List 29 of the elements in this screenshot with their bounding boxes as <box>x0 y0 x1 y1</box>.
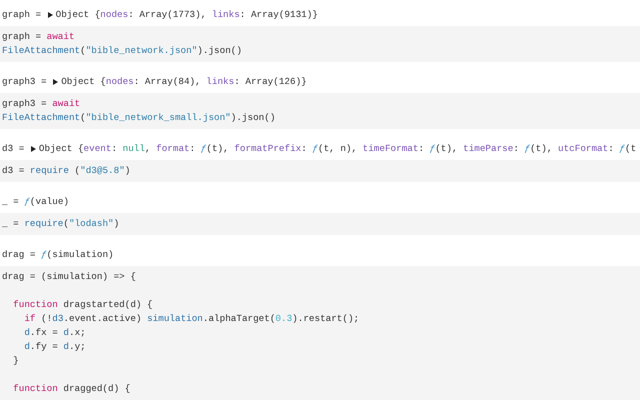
code-block[interactable]: _ = require("lodash") <box>0 213 640 235</box>
cell-output: Object {nodes: Array(84), links: Array(126)} <box>61 75 307 89</box>
code-line: if (!d3.event.active) simulation.alphaTarget(0.3).restart(); <box>23 312 360 326</box>
code-line: graph3 = await <box>2 97 82 111</box>
code-line: d.fx = d.x; <box>23 326 87 340</box>
code-line: function dragged(d) { <box>12 382 132 396</box>
code-block[interactable]: drag = (simulation) => { function dragstarted(d) { if (!d3.event.active) simulation.alphaTarget(0.3).restart(); d.fx = d.x; d.fy = d.y; } function dragged(d) { <box>0 266 640 400</box>
cell-output: Object {nodes: Array(1773), links: Array(9131)} <box>56 8 318 22</box>
code-block[interactable]: d3 = require ("d3@5.8") <box>0 160 640 182</box>
caret-right-icon[interactable] <box>46 12 53 18</box>
code-line: d3 = require ("d3@5.8") <box>2 164 132 178</box>
caret-right-icon[interactable] <box>30 146 36 152</box>
cell-output: Object {event: null, format: ƒ(t), formatPrefix: ƒ(t, n), timeFormat: ƒ(t), timeParse: ƒ(t), utcFormat: ƒ(t <box>38 142 636 156</box>
cell-output: _ = ƒ(value) <box>2 195 69 209</box>
variable-name: graph = <box>2 8 42 22</box>
code-block[interactable]: graph3 = await FileAttachment("bible_network_small.json").json() <box>0 93 640 129</box>
code-line: _ = require("lodash") <box>2 217 120 231</box>
caret-right-icon[interactable] <box>52 79 58 85</box>
code-line: FileAttachment("bible_network.json").json() <box>2 44 243 58</box>
code-block[interactable]: graph = await FileAttachment("bible_network.json").json() <box>0 26 640 62</box>
code-line: FileAttachment("bible_network_small.json").json() <box>2 111 276 125</box>
variable-name: graph3 = <box>2 75 48 89</box>
code-line: d.fy = d.y; <box>23 340 87 354</box>
code-line: drag = (simulation) => { <box>2 270 137 284</box>
code-line: } <box>12 354 20 368</box>
cell-output: drag = ƒ(simulation) <box>2 248 114 262</box>
code-line: function dragstarted(d) { <box>12 298 154 312</box>
variable-name: d3 = <box>2 142 26 156</box>
code-line: graph = await <box>2 30 76 44</box>
